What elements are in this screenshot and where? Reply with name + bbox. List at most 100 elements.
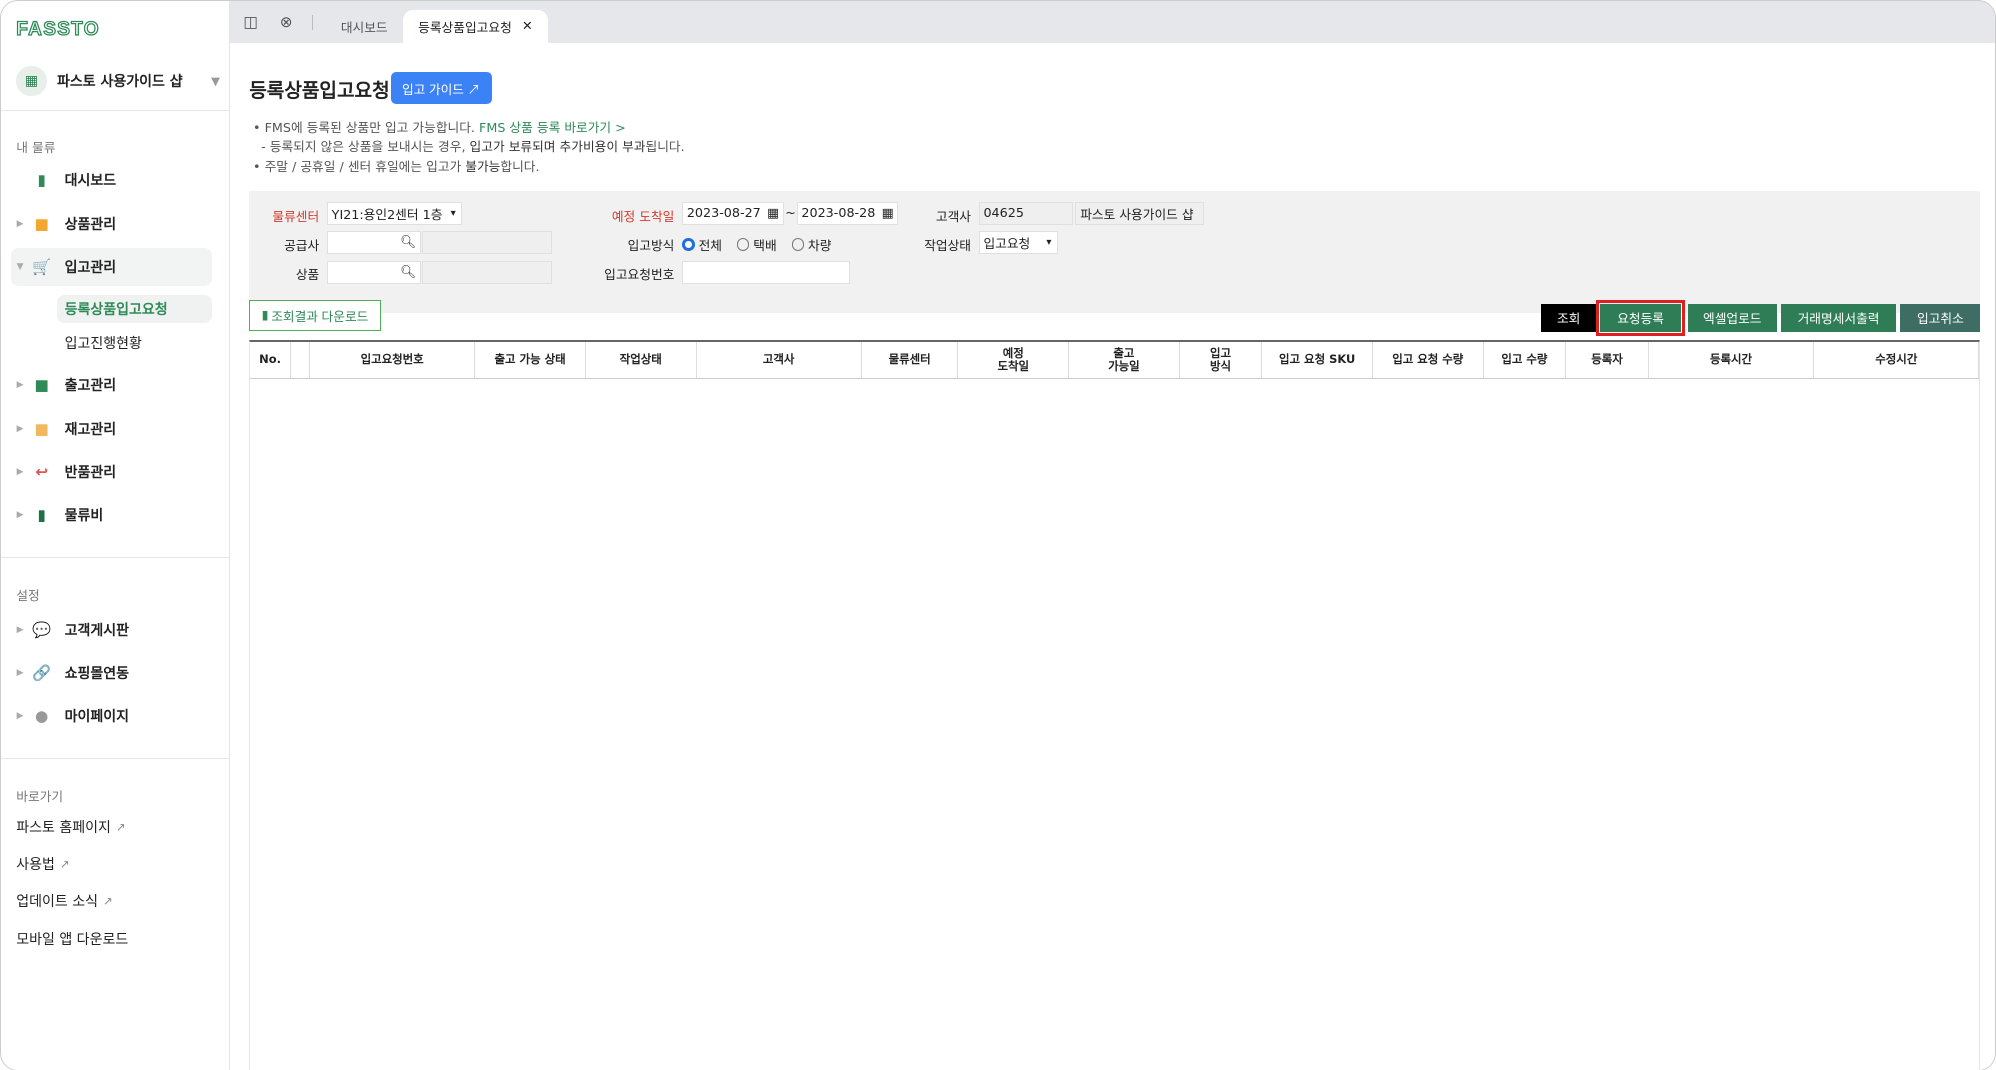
search-icon[interactable]: 🔍︎: [400, 265, 416, 280]
radio-all[interactable]: 전체: [682, 235, 722, 254]
customer-code-field: 04625: [978, 202, 1073, 226]
search-button[interactable]: 조회: [1541, 303, 1597, 332]
column-header[interactable]: 출고 가능 상태: [475, 341, 586, 378]
calendar-icon[interactable]: ▦: [767, 206, 779, 221]
label: 택배: [753, 239, 777, 255]
sidebar-item-products[interactable]: ▶ ■ 상품관리: [11, 205, 212, 243]
external-link-icon: ↗: [59, 856, 70, 871]
note-emphasis: 불가능: [465, 159, 501, 175]
radio-parcel[interactable]: 택배: [736, 235, 777, 255]
label: 전체: [698, 239, 722, 255]
search-icon[interactable]: 🔍︎: [400, 235, 416, 250]
register-request-button[interactable]: 요청등록: [1595, 299, 1686, 337]
column-header[interactable]: No.: [250, 341, 291, 378]
note: • 주말 / 공휴일 / 센터 휴일에는 입고가: [253, 159, 466, 175]
shop-name: 파스토 사용가이드 샵: [56, 74, 183, 91]
sidebar-item-inventory[interactable]: ▶ ■ 재고관리: [11, 410, 212, 448]
download-results-button[interactable]: ▮ 조회결과 다운로드: [249, 300, 381, 331]
sidebar-item-shopping-mall[interactable]: ▶ 🔗 쇼핑몰연동: [11, 654, 212, 692]
label: 등록상품입고요청: [418, 20, 512, 36]
link-mobile-app[interactable]: 모바일 앱 다운로드: [16, 929, 128, 949]
center-select[interactable]: YI21:용인2센터 1층: [326, 202, 462, 226]
chat-icon: 💬: [32, 620, 52, 639]
tab-dashboard[interactable]: 대시보드: [326, 10, 403, 43]
book-icon: ▮: [37, 506, 46, 525]
main-content: 등록상품입고요청 입고 가이드 ↗ • FMS에 등록된 상품만 입고 가능합니…: [230, 43, 1996, 1070]
column-header[interactable]: 예정 도착일: [958, 341, 1070, 378]
column-header[interactable]: 수정시간: [1814, 341, 1980, 378]
search-filter: 물류센터 YI21:용인2센터 1층 공급사 🔍︎ 상품 🔍︎ 예정 도착일 2…: [249, 190, 1981, 313]
return-icon: ↩: [35, 463, 49, 481]
shop-selector[interactable]: ▦ 파스토 사용가이드 샵 ▼: [16, 65, 220, 98]
sidebar-toggle-icon[interactable]: ◫: [233, 1, 269, 43]
status-select[interactable]: 입고요청: [978, 231, 1058, 255]
inventory-icon: ■: [34, 419, 49, 438]
app-window: FASSTO ▦ 파스토 사용가이드 샵 ▼ 내 물류 ▮ 대시보드 ▶ ■ 상품관리 ▼…: [0, 0, 1996, 1070]
date-from-input[interactable]: 2023-08-27 ▦: [682, 202, 784, 226]
label: 마이페이지: [64, 709, 130, 726]
request-no-label: 입고요청번호: [604, 268, 675, 284]
column-header[interactable]: 등록시간: [1649, 341, 1815, 378]
chevron-down-icon: ▼: [211, 74, 220, 89]
label: 고객게시판: [64, 622, 130, 639]
sidebar-item-returns[interactable]: ▶ ↩ 반품관리: [11, 453, 212, 491]
column-header[interactable]: [291, 341, 310, 378]
column-header[interactable]: 물류센터: [862, 341, 959, 378]
column-header[interactable]: 고객사: [697, 341, 862, 378]
customer-name-field: 파스토 사용가이드 샵: [1075, 202, 1204, 226]
label: 물류비: [64, 508, 104, 525]
label: 쇼핑몰연동: [64, 666, 130, 683]
link-homepage[interactable]: 파스토 홈페이지 ↗: [16, 817, 125, 837]
column-header[interactable]: 출고 가능일: [1069, 341, 1180, 378]
column-header[interactable]: 입고 요청 수량: [1373, 341, 1484, 378]
sidebar-item-board[interactable]: ▶ 💬 고객게시판: [11, 611, 212, 649]
note-emphasis: 입고가 보류되며 추가비용이 부과: [469, 140, 646, 156]
product-name-field: [422, 260, 553, 284]
sidebar-sub-inbound-progress[interactable]: 입고진행현황: [57, 329, 212, 357]
close-icon[interactable]: ✕: [522, 19, 533, 34]
column-header[interactable]: 입고 방식: [1180, 341, 1263, 378]
radio-vehicle[interactable]: 차량: [791, 235, 831, 254]
note: - 등록되지 않은 상품을 보내시는 경우,: [261, 140, 470, 156]
box-icon: ■: [34, 214, 49, 233]
column-header[interactable]: 입고요청번호: [310, 341, 476, 378]
label: 출고관리: [64, 378, 117, 395]
sidebar-item-inbound[interactable]: ▼ 🛒 입고관리: [11, 247, 213, 287]
sidebar-item-outbound[interactable]: ▶ ■ 출고관리: [11, 366, 212, 404]
sidebar-item-mypage[interactable]: ▶ ● 마이페이지: [11, 697, 212, 735]
customer-label: 고객사: [935, 209, 971, 225]
inbound-guide-button[interactable]: 입고 가이드 ↗: [390, 72, 492, 105]
link-usage[interactable]: 사용법 ↗: [16, 854, 69, 874]
sidebar-item-dashboard[interactable]: ▮ 대시보드: [11, 161, 212, 199]
cancel-inbound-button[interactable]: 입고취소: [1900, 303, 1981, 332]
sidebar-item-fees[interactable]: ▶ ▮ 물류비: [11, 496, 212, 534]
fms-register-link[interactable]: FMS 상품 등록 바로가기 >: [479, 121, 626, 136]
request-no-input[interactable]: [682, 260, 851, 284]
column-header[interactable]: 등록자: [1566, 341, 1649, 378]
label: 상품관리: [64, 216, 117, 233]
close-all-tabs-icon[interactable]: ⊗: [268, 1, 304, 43]
table-header: No. 입고요청번호 출고 가능 상태 작업상태 고객사 물류센터 예정 도착일 출고 가능일…: [250, 341, 1980, 379]
label: 업데이트 소식: [16, 893, 98, 910]
tab-register-request[interactable]: 등록상품입고요청 ✕: [402, 9, 548, 43]
print-statement-button[interactable]: 거래명세서출력: [1780, 303, 1897, 332]
link-updates[interactable]: 업데이트 소식 ↗: [16, 891, 112, 911]
logo: FASSTO: [16, 18, 100, 40]
label: 모바일 앱 다운로드: [16, 932, 129, 949]
column-header[interactable]: 입고 요청 SKU: [1262, 341, 1373, 378]
label: 파스토 홈페이지: [16, 819, 111, 836]
calendar-icon[interactable]: ▦: [882, 206, 894, 221]
date-to-input[interactable]: 2023-08-28 ▦: [796, 202, 899, 226]
sidebar: FASSTO ▦ 파스토 사용가이드 샵 ▼ 내 물류 ▮ 대시보드 ▶ ■ 상품관리 ▼…: [1, 1, 231, 1070]
label: 대시보드: [64, 173, 117, 190]
column-header[interactable]: 입고 수량: [1484, 341, 1567, 378]
column-header[interactable]: 작업상태: [586, 341, 697, 378]
sidebar-sub-register-request[interactable]: 등록상품입고요청: [57, 295, 213, 324]
product-input[interactable]: 🔍︎: [326, 260, 422, 284]
supplier-input[interactable]: 🔍︎: [326, 231, 422, 255]
arrival-date-label: 예정 도착일: [611, 209, 675, 225]
label: 입고관리: [64, 260, 117, 277]
excel-upload-button[interactable]: 엑셀업로드: [1687, 303, 1777, 332]
value: 입고요청: [983, 237, 1031, 253]
note: 됩니다.: [645, 140, 685, 156]
